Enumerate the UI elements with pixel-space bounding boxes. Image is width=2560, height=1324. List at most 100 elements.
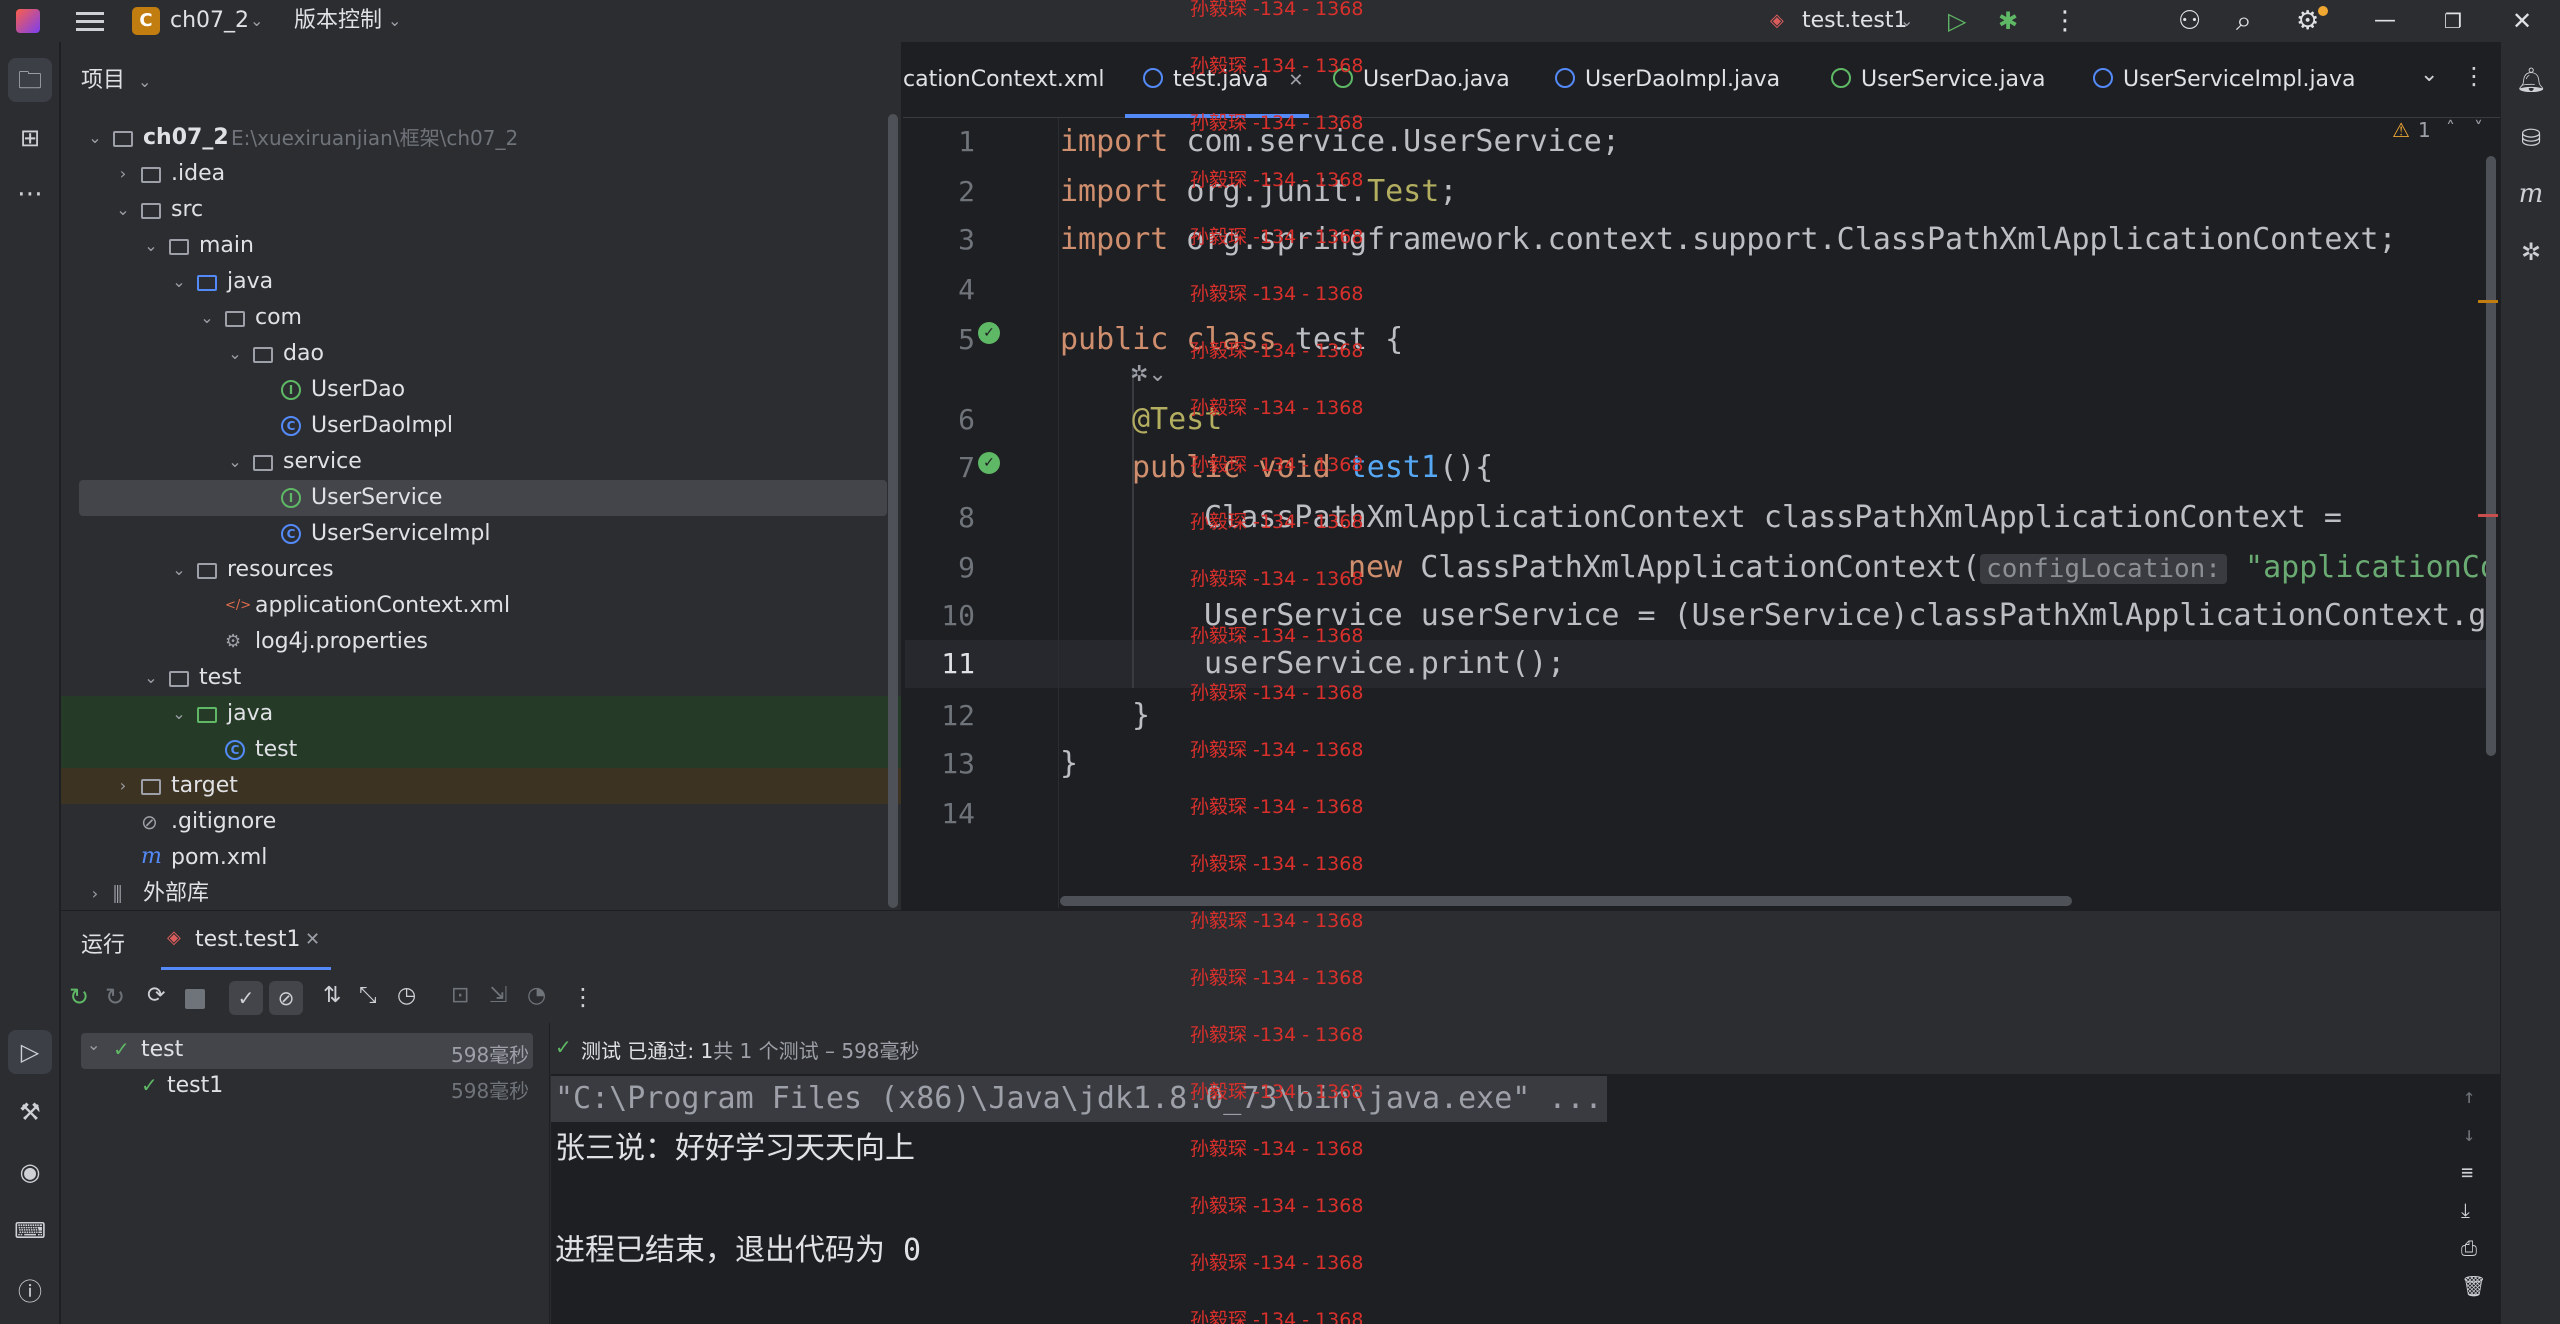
restore-icon[interactable]: ❐ [2444, 0, 2462, 42]
editor-tab[interactable]: UserDao.java [1333, 42, 1510, 118]
project-name[interactable]: ch07_2 [170, 0, 249, 42]
project-panel-title[interactable]: 项目 ⌄ [81, 62, 151, 94]
tree-item[interactable]: › .idea [61, 156, 901, 192]
search-icon[interactable]: ⌕ [2236, 0, 2252, 42]
chevron-down-icon[interactable]: ⌄ [250, 0, 263, 42]
tree-item[interactable]: C UserServiceImpl [61, 516, 901, 552]
chevron-down-icon[interactable]: ⌄ [169, 696, 189, 732]
tree-item[interactable]: › ⫼ 外部库 [61, 876, 901, 912]
tree-item[interactable]: ⌄ com [61, 300, 901, 336]
tree-item[interactable]: › target [61, 768, 901, 804]
collapse-icon[interactable]: ⤡ [359, 983, 377, 1008]
maven-icon[interactable]: m [2515, 178, 2547, 210]
tree-item[interactable]: ⌄ resources [61, 552, 901, 588]
toggle-auto-test-icon[interactable]: ⟳ [147, 983, 165, 1008]
build-icon[interactable]: ⚒ [14, 1096, 46, 1128]
tree-item[interactable]: </> applicationContext.xml [61, 588, 901, 624]
editor-tab[interactable]: UserServiceImpl.java [2093, 42, 2356, 118]
project-badge[interactable]: C [132, 7, 160, 35]
run-gutter-icon[interactable]: ✓ [978, 452, 1000, 474]
more-icon[interactable]: ⋮ [2052, 0, 2078, 42]
tree-item[interactable]: Ctest [61, 732, 901, 768]
rerun-failed-icon[interactable]: ↻ [105, 983, 125, 1011]
run-config-tab[interactable]: test.test1 [195, 927, 301, 952]
more-icon[interactable]: ⋮ [571, 983, 595, 1011]
settings-icon[interactable]: ⚙ [2296, 0, 2319, 42]
scroll-up-icon[interactable]: ↑ [2463, 1084, 2475, 1108]
close-tab-icon[interactable]: ✕ [305, 929, 320, 950]
editor-vertical-scrollbar[interactable] [2486, 156, 2496, 756]
tab-more-icon[interactable]: ⋮ [2462, 62, 2486, 90]
ai-assistant-icon[interactable]: ✲ [2515, 236, 2547, 268]
chevron-right-icon[interactable]: › [113, 156, 133, 192]
tree-item[interactable]: ⌄ java [61, 264, 901, 300]
run-tab[interactable]: 运行 [81, 927, 125, 959]
tab-overflow-icon[interactable]: ⌄ [2420, 62, 2438, 87]
clear-icon[interactable]: 🗑︎ [2461, 1274, 2486, 1298]
run-gutter-icon[interactable]: ✓ [978, 322, 1000, 344]
services-icon[interactable]: ◉ [14, 1156, 46, 1188]
tree-item[interactable]: ⌄ dao [61, 336, 901, 372]
close-tab-icon[interactable]: ✕ [1288, 70, 1303, 91]
tree-item[interactable]: ⌄ main [61, 228, 901, 264]
editor-horizontal-scrollbar[interactable] [1060, 896, 2072, 906]
chevron-down-icon[interactable]: ⌄ [85, 120, 105, 156]
scroll-to-end-icon[interactable]: ⤓ [2461, 1198, 2470, 1222]
coverage-icon[interactable]: ◔ [527, 983, 546, 1008]
print-icon[interactable]: ⎙ [2461, 1236, 2477, 1260]
tree-item[interactable]: ⌄ test [61, 660, 901, 696]
tree-item[interactable]: ⊘ .gitignore [61, 804, 901, 840]
run-icon[interactable]: ▷ [1948, 0, 1966, 42]
add-user-icon[interactable]: ⚇ [2178, 0, 2201, 42]
rerun-icon[interactable]: ↻ [69, 983, 89, 1011]
folder-icon[interactable]: 🗀 [14, 64, 46, 96]
chevron-down-icon[interactable]: ⌄ [141, 660, 161, 696]
tree-item[interactable]: ⌄ java [61, 696, 901, 732]
chevron-down-icon[interactable]: ⌄ [87, 1035, 100, 1054]
test-tree-item-test1[interactable]: test1 [167, 1073, 223, 1098]
screenshot-icon[interactable]: ⊡ [451, 983, 469, 1008]
tree-item[interactable]: I UserService [79, 480, 887, 516]
editor-tab[interactable]: cationContext.xml [903, 42, 1104, 118]
code-area[interactable]: import com.service.UserService; import o… [1060, 118, 2495, 878]
database-icon[interactable]: ⛁ [2515, 122, 2547, 154]
chevron-down-icon[interactable]: ⌄ [225, 336, 245, 372]
run-config-selector[interactable]: test.test1 [1802, 0, 1908, 42]
editor-tab[interactable]: test.java ✕ [1125, 42, 1309, 118]
main-menu-icon[interactable] [76, 8, 104, 34]
problems-icon[interactable]: ⓘ [14, 1276, 46, 1308]
history-icon[interactable]: ◷ [397, 983, 416, 1008]
chevron-down-icon[interactable]: ⌄ [169, 552, 189, 588]
tree-item[interactable]: I UserDao [61, 372, 901, 408]
test-tree-item-test[interactable]: test [141, 1037, 183, 1062]
sort-icon[interactable]: ⇅ [323, 983, 341, 1008]
tree-item[interactable]: ⌄ ch07_2 E:\xuexiruanjian\框架\ch07_2 [61, 120, 901, 156]
chevron-down-icon[interactable]: ⌄ [197, 300, 217, 336]
notifications-icon[interactable]: 🔔︎ [2515, 64, 2547, 96]
tree-item[interactable]: m pom.xml [61, 840, 901, 876]
tree-item[interactable]: ⚙ log4j.properties [61, 624, 901, 660]
show-ignored-button[interactable]: ⊘ [269, 981, 303, 1015]
tree-scrollbar[interactable] [888, 114, 898, 908]
run-tool-icon[interactable]: ▷ [14, 1036, 46, 1068]
terminal-icon[interactable]: ⌨ [14, 1216, 46, 1248]
chevron-right-icon[interactable]: › [85, 876, 105, 912]
chevron-down-icon[interactable]: ⌄ [388, 0, 401, 42]
tree-item[interactable]: ⌄ src [61, 192, 901, 228]
tree-item[interactable]: C UserDaoImpl [61, 408, 901, 444]
chevron-down-icon[interactable]: ⌄ [1900, 0, 1913, 42]
scroll-down-icon[interactable]: ↓ [2463, 1122, 2475, 1146]
show-passed-button[interactable]: ✓ [229, 981, 263, 1015]
console-output[interactable]: "C:\Program Files (x86)\Java\jdk1.8.0_73… [551, 1074, 2500, 1324]
chevron-down-icon[interactable]: ⌄ [113, 192, 133, 228]
debug-icon[interactable]: ✱ [1998, 0, 2018, 42]
vcs-menu[interactable]: 版本控制 [294, 0, 382, 42]
soft-wrap-icon[interactable]: ≡ [2461, 1160, 2473, 1184]
close-icon[interactable]: ✕ [2512, 0, 2532, 42]
chevron-right-icon[interactable]: › [113, 768, 133, 804]
app-logo-icon[interactable] [16, 9, 40, 33]
structure-icon[interactable]: ⊞ [14, 122, 46, 154]
minimize-icon[interactable]: — [2374, 0, 2396, 42]
editor-tab[interactable]: UserService.java [1831, 42, 2046, 118]
export-icon[interactable]: ⇲ [489, 983, 507, 1008]
